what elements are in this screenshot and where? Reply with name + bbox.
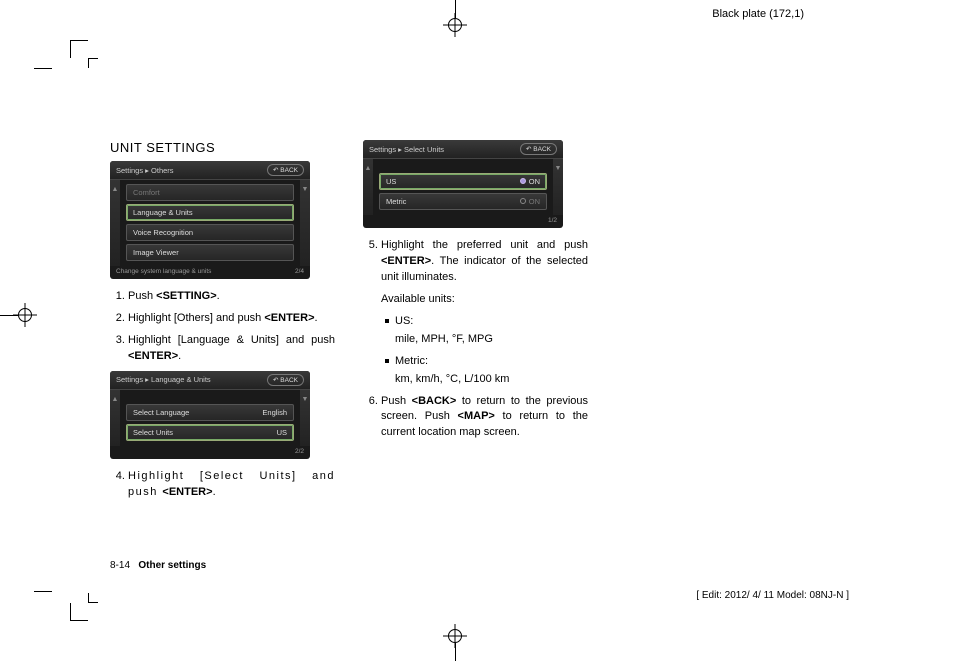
page-footer-left: 8-14 Other settings [110, 560, 206, 571]
registration-mark-left [0, 300, 40, 330]
available-units-label: Available units: [381, 292, 588, 308]
menu-row-selected: Language & Units [126, 204, 294, 221]
menu-row: Comfort [126, 184, 294, 201]
crop-mark [70, 40, 88, 58]
back-button: ↶ BACK [520, 143, 557, 155]
step-6: Push <BACK> to return to the previous sc… [381, 394, 588, 442]
section-title: UNIT SETTINGS [110, 140, 335, 155]
units-list: US:mile, MPH, °F, MPG Metric:km, km/h, °… [381, 314, 588, 388]
steps-list-cont: Highlight [Select Units] and push <ENTER… [110, 469, 335, 501]
screenshot-select-units: Settings ▸ Select Units ↶ BACK ▲ US ON M… [363, 140, 563, 228]
screenshot-breadcrumb: Settings ▸ Select Units [369, 145, 444, 154]
crop-mark [88, 593, 98, 603]
scroll-up-icon: ▲ [110, 390, 120, 446]
menu-row-selected: Select UnitsUS [126, 424, 294, 441]
unit-metric: Metric:km, km/h, °C, L/100 km [395, 354, 588, 388]
crop-mark [88, 58, 98, 68]
screenshot-others: Settings ▸ Others ↶ BACK ▲ Comfort Langu… [110, 161, 310, 279]
scroll-up-icon: ▲ [363, 159, 373, 215]
radio-off-icon [520, 198, 526, 204]
step-5: Highlight the preferred unit and push <E… [381, 238, 588, 388]
scroll-down-icon: ▼ [300, 180, 310, 266]
screenshot-breadcrumb: Settings ▸ Language & Units [116, 375, 211, 384]
screenshot-page: 2/4 [295, 268, 304, 275]
screenshot-breadcrumb: Settings ▸ Others [116, 166, 174, 175]
page-footer-right: [ Edit: 2012/ 4/ 11 Model: 08NJ-N ] [696, 590, 849, 601]
registration-mark-top [440, 0, 470, 40]
steps-list-right: Highlight the preferred unit and push <E… [363, 238, 588, 441]
registration-mark-bottom [440, 621, 470, 661]
page-content: UNIT SETTINGS Settings ▸ Others ↶ BACK ▲… [110, 140, 610, 507]
step-3: Highlight [Language & Units] and push <E… [128, 333, 335, 365]
step-1: Push <SETTING>. [128, 289, 335, 305]
steps-list: Push <SETTING>. Highlight [Others] and p… [110, 289, 335, 365]
scroll-down-icon: ▼ [300, 390, 310, 446]
back-button: ↶ BACK [267, 164, 304, 176]
crop-mark [34, 68, 52, 70]
plate-label: Black plate (172,1) [712, 8, 804, 20]
menu-row-selected: US ON [379, 173, 547, 190]
step-2: Highlight [Others] and push <ENTER>. [128, 311, 335, 327]
column-left: UNIT SETTINGS Settings ▸ Others ↶ BACK ▲… [110, 140, 335, 507]
menu-row: Image Viewer [126, 244, 294, 261]
step-4: Highlight [Select Units] and push <ENTER… [128, 469, 335, 501]
scroll-down-icon: ▼ [553, 159, 563, 215]
menu-row: Voice Recognition [126, 224, 294, 241]
screenshot-page: 1/2 [548, 217, 557, 224]
page-number: 8-14 [110, 560, 130, 571]
footer-section: Other settings [138, 560, 206, 571]
screenshot-hint: Change system language & units [116, 268, 211, 275]
menu-row: Select LanguageEnglish [126, 404, 294, 421]
crop-mark [34, 591, 52, 593]
crop-mark [70, 603, 88, 621]
column-right: Settings ▸ Select Units ↶ BACK ▲ US ON M… [363, 140, 588, 507]
radio-on-icon [520, 178, 526, 184]
unit-us: US:mile, MPH, °F, MPG [395, 314, 588, 348]
screenshot-page: 2/2 [295, 448, 304, 455]
back-button: ↶ BACK [267, 374, 304, 386]
menu-row: Metric ON [379, 193, 547, 210]
screenshot-lang-units: Settings ▸ Language & Units ↶ BACK ▲ Sel… [110, 371, 310, 459]
scroll-up-icon: ▲ [110, 180, 120, 266]
